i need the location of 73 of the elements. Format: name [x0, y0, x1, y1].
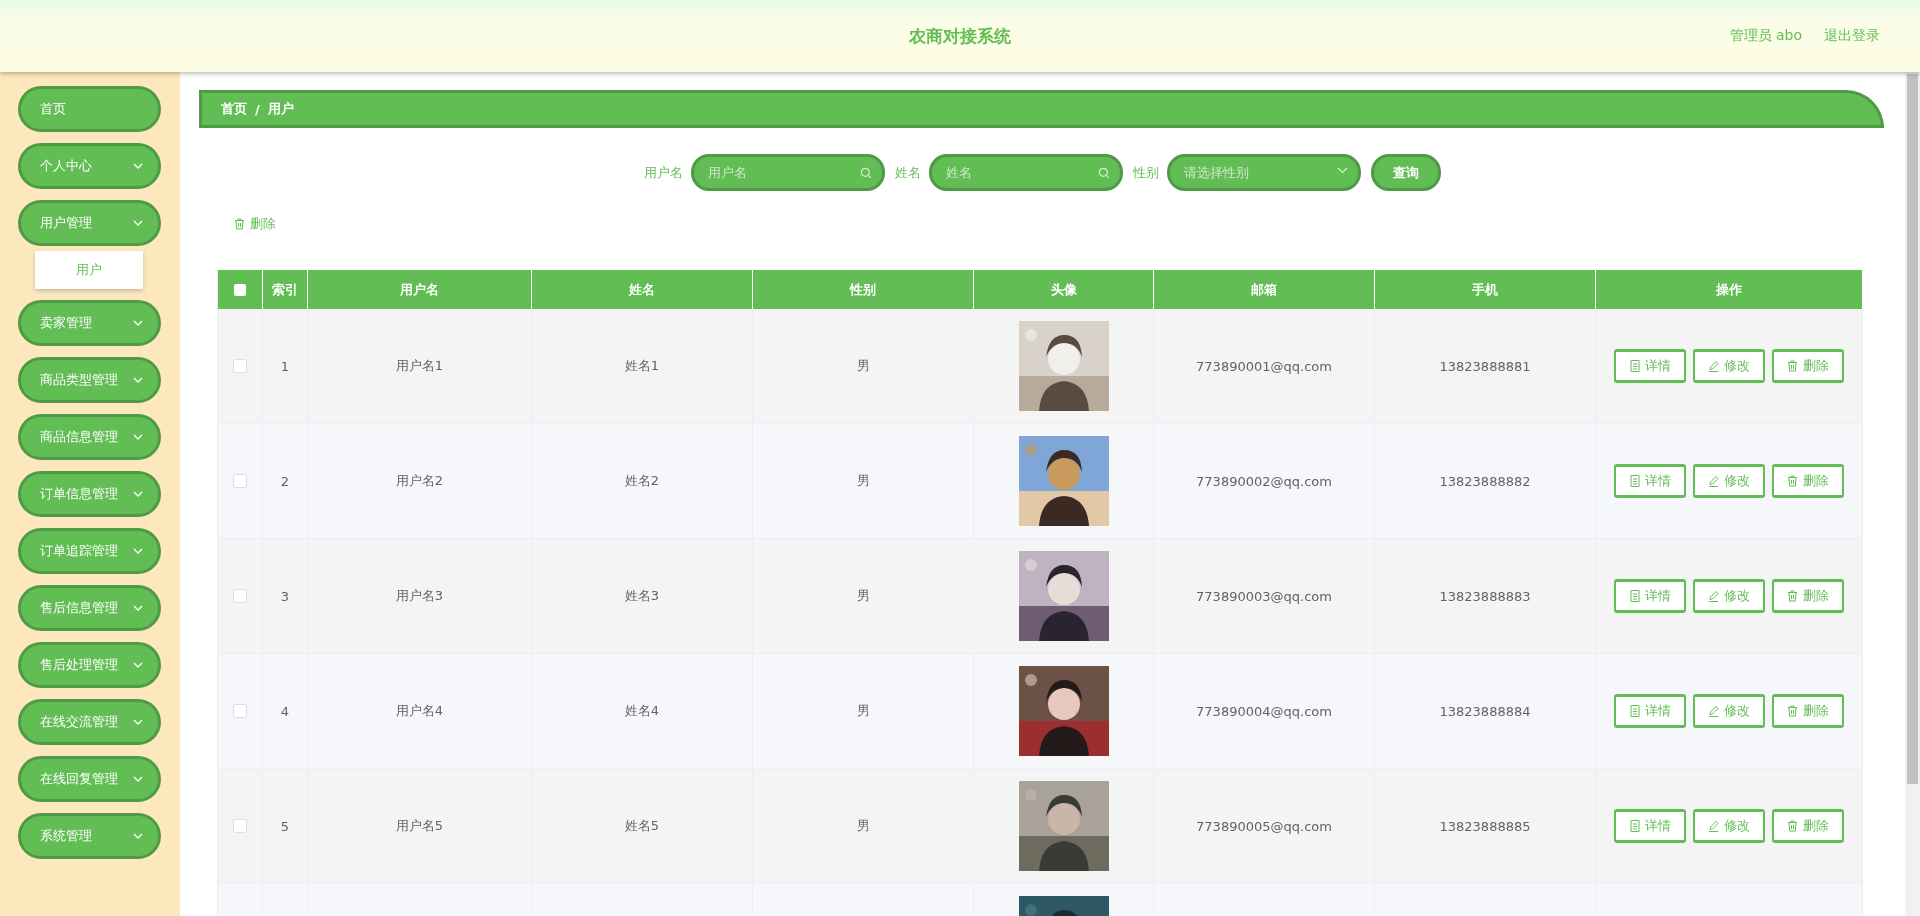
table-cell: 773890003@qq.com	[1196, 588, 1332, 604]
edit-button[interactable]: 修改	[1693, 579, 1765, 613]
table-cell: 1	[280, 358, 290, 374]
table-cell: 男	[856, 357, 870, 375]
field-label: 用户名	[644, 163, 683, 182]
menu-item[interactable]: 订单追踪管理	[18, 528, 161, 574]
edit-button[interactable]: 修改	[1693, 349, 1765, 383]
field-label: 姓名	[895, 163, 921, 182]
delete-button[interactable]: 删除	[1772, 464, 1844, 498]
menu-item[interactable]: 用户管理	[18, 200, 161, 246]
menu-item[interactable]: 在线交流管理	[18, 699, 161, 745]
table-cell: 姓名1	[624, 357, 660, 375]
menu-item[interactable]: 订单信息管理	[18, 471, 161, 517]
delete-button[interactable]: 删除	[1772, 579, 1844, 613]
table-cell: 13823888882	[1439, 473, 1531, 489]
table-cell: 3	[280, 588, 290, 604]
menu-item[interactable]: 售后处理管理	[18, 642, 161, 688]
menu-item[interactable]: 在线回复管理	[18, 756, 161, 802]
table-cell: 用户名1	[395, 357, 444, 375]
query-button[interactable]: 查询	[1371, 154, 1441, 191]
table-cell: 男	[856, 472, 870, 490]
delete-button[interactable]: 删除	[1772, 694, 1844, 728]
table-cell: 5	[280, 818, 290, 834]
edit-button[interactable]: 修改	[1693, 809, 1765, 843]
table-cell: 13823888881	[1439, 358, 1531, 374]
edit-button[interactable]: 修改	[1693, 694, 1765, 728]
table-cell: 773890001@qq.com	[1196, 358, 1332, 374]
table-cell: 2	[280, 473, 290, 489]
breadcrumb-item[interactable]: 用户	[267, 100, 294, 118]
admin-label: 管理员 abo	[1729, 27, 1802, 45]
logout-link[interactable]: 退出登录	[1824, 27, 1880, 45]
detail-button[interactable]: 详情	[1614, 579, 1686, 613]
menu-item[interactable]: 系统管理	[18, 813, 161, 859]
table-cell: 姓名3	[624, 587, 660, 605]
table-cell: 男	[856, 587, 870, 605]
table-cell: 13823888885	[1439, 818, 1531, 834]
search-field[interactable]: 姓名	[929, 154, 1123, 191]
menu-item[interactable]: 卖家管理	[18, 300, 161, 346]
gender-select[interactable]: 请选择性别	[1167, 154, 1361, 191]
app-title: 农商对接系统	[909, 24, 1011, 48]
table-cell: 13823888883	[1439, 588, 1531, 604]
table-cell: 773890002@qq.com	[1196, 473, 1332, 489]
menu-item[interactable]: 售后信息管理	[18, 585, 161, 631]
detail-button[interactable]: 详情	[1614, 349, 1686, 383]
detail-button[interactable]: 详情	[1614, 809, 1686, 843]
submenu-item[interactable]: 用户	[35, 251, 143, 289]
table-cell: 4	[280, 703, 290, 719]
edit-button[interactable]: 修改	[1693, 464, 1765, 498]
menu-item[interactable]: 商品类型管理	[18, 357, 161, 403]
delete-button[interactable]: 删除	[234, 215, 276, 233]
detail-button[interactable]: 详情	[1614, 694, 1686, 728]
table-cell: 用户名5	[395, 817, 444, 835]
menu-item[interactable]: 个人中心	[18, 143, 161, 189]
menu-item[interactable]: 商品信息管理	[18, 414, 161, 460]
menu-item[interactable]: 首页	[18, 86, 161, 132]
table-cell: 773890004@qq.com	[1196, 703, 1332, 719]
search-field[interactable]: 用户名	[691, 154, 885, 191]
detail-button[interactable]: 详情	[1614, 464, 1686, 498]
delete-button[interactable]: 删除	[1772, 349, 1844, 383]
table-cell: 姓名4	[624, 702, 660, 720]
table-cell: 用户名4	[395, 702, 444, 720]
table-cell: 用户名2	[395, 472, 444, 490]
field-label: 性别	[1133, 163, 1159, 182]
table-cell: 姓名5	[624, 817, 660, 835]
breadcrumb-separator: /	[255, 101, 260, 117]
breadcrumb-item[interactable]: 首页	[221, 100, 247, 118]
table-cell: 773890005@qq.com	[1196, 818, 1332, 834]
table-cell: 姓名2	[624, 472, 660, 490]
delete-button[interactable]: 删除	[1772, 809, 1844, 843]
table-cell: 男	[856, 702, 870, 720]
table-cell: 男	[856, 817, 870, 835]
table-cell: 13823888884	[1439, 703, 1531, 719]
table-cell: 用户名3	[395, 587, 444, 605]
